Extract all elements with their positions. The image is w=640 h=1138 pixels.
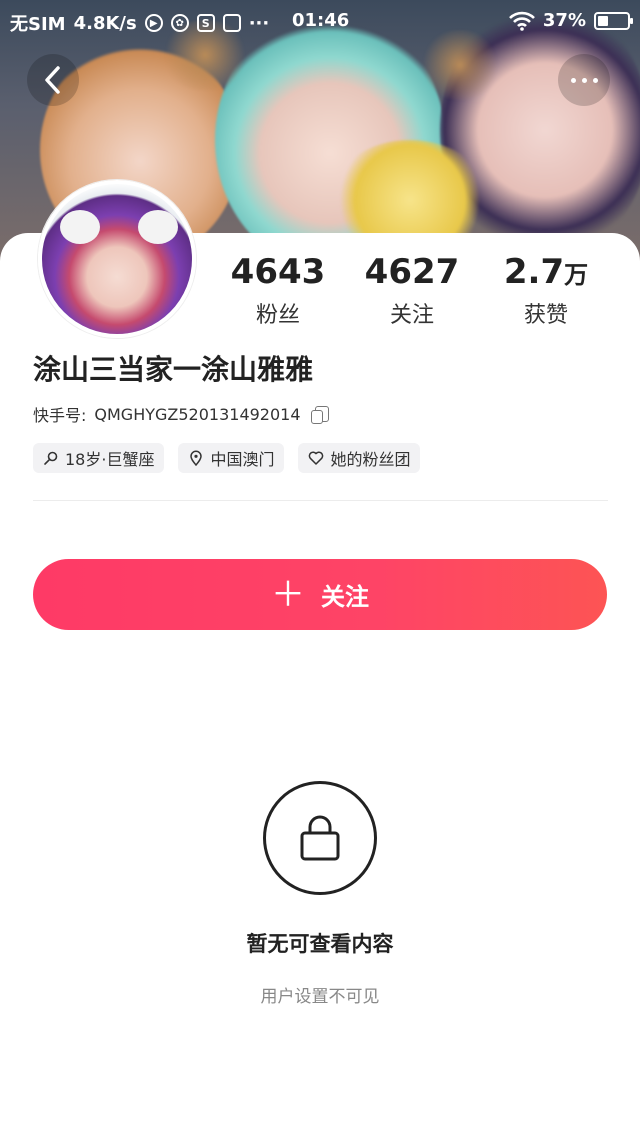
wifi-icon <box>508 11 535 31</box>
following-label: 关注 <box>389 303 434 328</box>
tag-location: 中国澳门 <box>178 443 285 473</box>
follow-label: 关注 <box>321 583 369 611</box>
battery-percent: 37% <box>542 10 586 31</box>
followers-count: 4643 <box>230 252 326 292</box>
follow-button[interactable]: ＋ 关注 <box>33 559 607 630</box>
profile-name: 涂山三当家一涂山雅雅 <box>33 353 314 386</box>
more-dots-icon <box>570 77 598 83</box>
empty-state-title: 暂无可查看内容 <box>246 932 394 956</box>
app-status-icon: ✿ <box>170 14 189 32</box>
following-count: 4627 <box>364 252 460 292</box>
profile-tags: 18岁·巨蟹座 中国澳门 她的粉丝团 <box>33 443 421 473</box>
more-options-button[interactable] <box>558 54 610 106</box>
gender-icon <box>44 451 58 465</box>
heart-icon <box>309 451 324 465</box>
chevron-left-icon <box>45 66 60 94</box>
kuaishou-id-row: 快手号: QMGHYGZ520131492014 <box>33 402 329 426</box>
avatar[interactable] <box>38 180 196 338</box>
bag-status-icon <box>222 14 241 32</box>
status-bar: 无SIM 4.8K/s ▶ ✿ S ··· 01:46 37% <box>0 0 640 44</box>
network-speed: 4.8K/s <box>73 12 137 34</box>
empty-state-subtitle: 用户设置不可见 <box>260 987 380 1007</box>
s-status-icon: S <box>196 14 215 32</box>
plus-icon: ＋ <box>271 574 305 615</box>
lock-icon <box>263 781 377 895</box>
more-notifications-icon: ··· <box>248 12 270 34</box>
divider <box>33 500 608 501</box>
likes-label: 获赞 <box>523 303 568 328</box>
likes-count: 2.7 <box>503 252 565 292</box>
kuaishou-id-label: 快手号: <box>33 406 87 425</box>
battery-icon <box>594 11 633 30</box>
play-status-icon: ▶ <box>144 14 163 32</box>
carrier-label: 无SIM <box>10 14 66 35</box>
followers-label: 粉丝 <box>255 303 300 328</box>
likes-unit: 万 <box>564 261 589 289</box>
stat-likes[interactable]: 2.7万 获赞 <box>481 252 611 329</box>
clock: 01:46 <box>292 10 350 31</box>
copy-icon[interactable] <box>310 406 329 424</box>
stat-following[interactable]: 4627 关注 <box>347 252 477 329</box>
back-button[interactable] <box>27 54 79 106</box>
tag-age: 18岁·巨蟹座 <box>33 443 165 473</box>
location-pin-icon <box>190 450 203 466</box>
kuaishou-id-value: QMGHYGZ520131492014 <box>94 404 301 424</box>
stat-followers[interactable]: 4643 粉丝 <box>213 252 343 329</box>
tag-fan-club[interactable]: 她的粉丝团 <box>298 443 421 473</box>
